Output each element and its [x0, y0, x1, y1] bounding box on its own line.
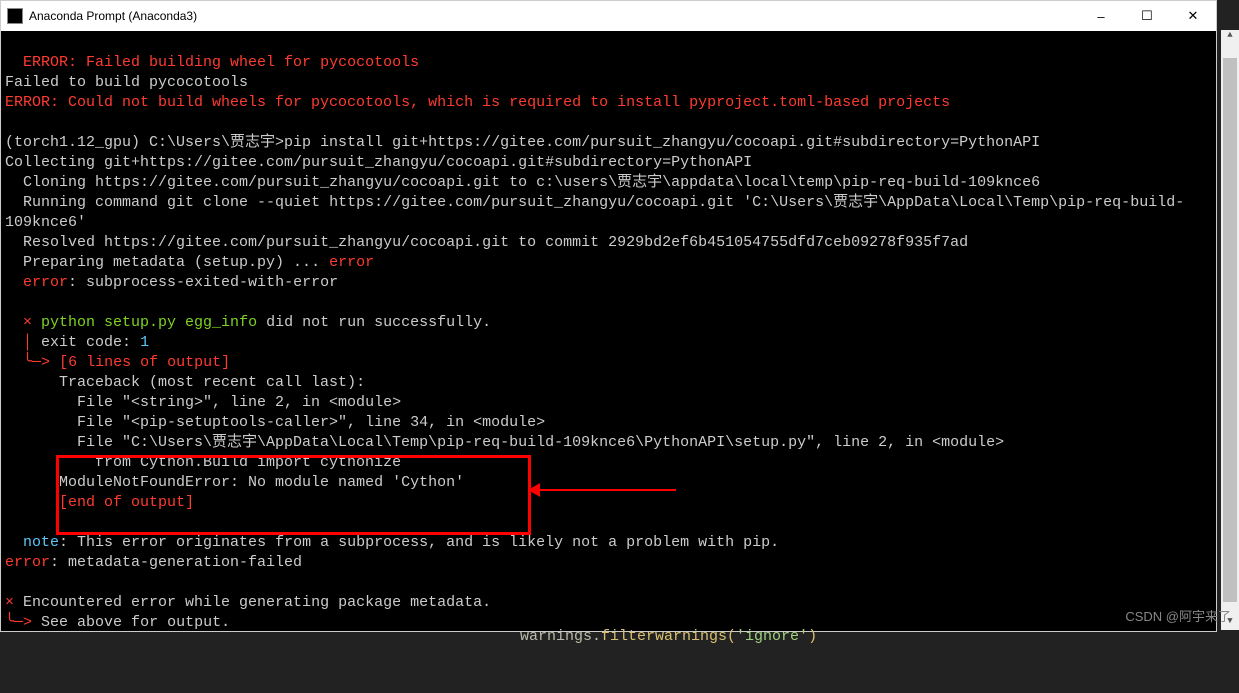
- output-line: Collecting git+https://gitee.com/pursuit…: [5, 154, 752, 171]
- terminal-window: Anaconda Prompt (Anaconda3) – ☐ ✕ ERROR:…: [0, 0, 1217, 632]
- output-line: Cloning https://gitee.com/pursuit_zhangy…: [5, 174, 1040, 191]
- titlebar[interactable]: Anaconda Prompt (Anaconda3) – ☐ ✕: [1, 1, 1216, 31]
- output-line: : This error originates from a subproces…: [59, 534, 779, 551]
- output-line: Preparing metadata (setup.py) ...: [5, 254, 329, 271]
- error-line: ERROR: Failed building wheel for pycocot…: [5, 54, 419, 71]
- close-button[interactable]: ✕: [1170, 1, 1216, 31]
- maximize-button[interactable]: ☐: [1124, 1, 1170, 31]
- output-line: Encountered error while generating packa…: [23, 594, 491, 611]
- end-output: [end of output]: [5, 494, 194, 511]
- output-line: : metadata-generation-failed: [50, 554, 302, 571]
- tree-line: ╰─>: [5, 354, 59, 371]
- cross-icon: ×: [5, 594, 23, 611]
- output-line: Running command git clone --quiet https:…: [5, 194, 1184, 231]
- output-line: Failed to build pycocotools: [5, 74, 248, 91]
- traceback-line: Traceback (most recent call last):: [5, 374, 365, 391]
- output-line: : subprocess-exited-with-error: [68, 274, 338, 291]
- error-label: error: [5, 274, 68, 291]
- error-word: error: [329, 254, 374, 271]
- scroll-up-icon[interactable]: ▲: [1221, 30, 1239, 44]
- traceback-line: File "<pip-setuptools-caller>", line 34,…: [5, 414, 545, 431]
- output-line: Resolved https://gitee.com/pursuit_zhang…: [5, 234, 968, 251]
- output-line: did not run successfully.: [257, 314, 491, 331]
- app-icon: [7, 8, 23, 24]
- cross-icon: ×: [5, 314, 41, 331]
- prompt-env: (torch1.12_gpu): [5, 134, 149, 151]
- prompt-command: pip install git+https://gitee.com/pursui…: [284, 134, 1040, 151]
- traceback-line: from Cython.Build import cythonize: [5, 454, 401, 471]
- note-label: note: [5, 534, 59, 551]
- vertical-scrollbar[interactable]: ▲ ▼: [1221, 30, 1239, 630]
- tree-line: │: [5, 334, 41, 351]
- traceback-line: File "<string>", line 2, in <module>: [5, 394, 401, 411]
- annotation-arrow-icon: [536, 489, 676, 491]
- terminal-output[interactable]: ERROR: Failed building wheel for pycocot…: [1, 31, 1216, 631]
- window-title: Anaconda Prompt (Anaconda3): [29, 9, 1078, 23]
- module-error-line: ModuleNotFoundError: No module named 'Cy…: [5, 474, 464, 491]
- tree-line: ╰─>: [5, 614, 41, 631]
- traceback-line: File "C:\Users\贾志宇\AppData\Local\Temp\pi…: [5, 434, 1004, 451]
- output-count: [6 lines of output]: [59, 354, 230, 371]
- error-line: ERROR: Could not build wheels for pycoco…: [5, 94, 950, 111]
- output-line: exit code:: [41, 334, 140, 351]
- exit-code: 1: [140, 334, 149, 351]
- background-code-snippet: warnings.filterwarnings('ignore'): [520, 628, 817, 645]
- prompt-path: C:\Users\贾志宇>: [149, 134, 284, 151]
- command-text: python setup.py egg_info: [41, 314, 257, 331]
- watermark-text: CSDN @阿宇来了: [1125, 606, 1231, 625]
- scroll-thumb[interactable]: [1223, 58, 1237, 602]
- minimize-button[interactable]: –: [1078, 1, 1124, 31]
- error-label: error: [5, 554, 50, 571]
- output-line: See above for output.: [41, 614, 230, 631]
